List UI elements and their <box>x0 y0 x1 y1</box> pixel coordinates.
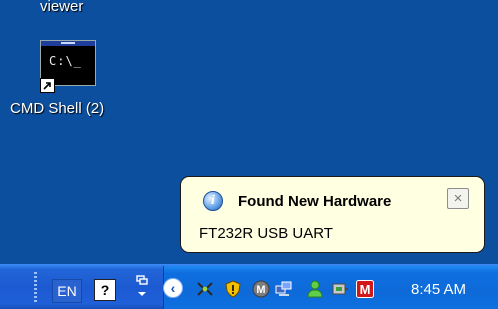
network-computers-icon[interactable] <box>275 280 293 298</box>
safely-remove-hardware-icon[interactable] <box>331 280 349 298</box>
balloon-title: Found New Hardware <box>238 193 392 210</box>
balloon-close-button[interactable]: × <box>447 188 469 209</box>
help-icon[interactable]: ? <box>94 279 116 301</box>
language-indicator[interactable]: EN <box>52 279 82 303</box>
svg-text:M: M <box>360 282 371 297</box>
close-icon: × <box>453 190 463 207</box>
found-new-hardware-balloon[interactable]: i Found New Hardware × FT232R USB UART <box>180 176 485 253</box>
balloon-message: FT232R USB UART <box>199 225 333 242</box>
svg-text:M: M <box>256 284 265 296</box>
clock[interactable]: 8:45 AM <box>411 281 466 298</box>
security-shield-icon[interactable] <box>224 280 242 298</box>
shortcut-arrow-icon <box>40 78 55 93</box>
shortcut-label[interactable]: CMD Shell (2) <box>10 100 104 117</box>
chevron-left-icon: ‹ <box>170 280 176 296</box>
desktop-icon-label-viewer[interactable]: viewer <box>40 0 83 15</box>
messenger-icon[interactable] <box>306 280 324 298</box>
mcafee-icon[interactable]: M <box>356 280 374 298</box>
language-options-icon[interactable] <box>132 274 152 302</box>
taskbar-grip[interactable] <box>34 272 37 302</box>
network-connection-icon[interactable] <box>196 280 214 298</box>
cmd-icon-text: C:\_ <box>49 54 82 68</box>
show-hidden-icons-button[interactable]: ‹ <box>163 278 183 298</box>
info-icon: i <box>203 191 223 211</box>
m-app-icon[interactable]: M <box>252 280 270 298</box>
